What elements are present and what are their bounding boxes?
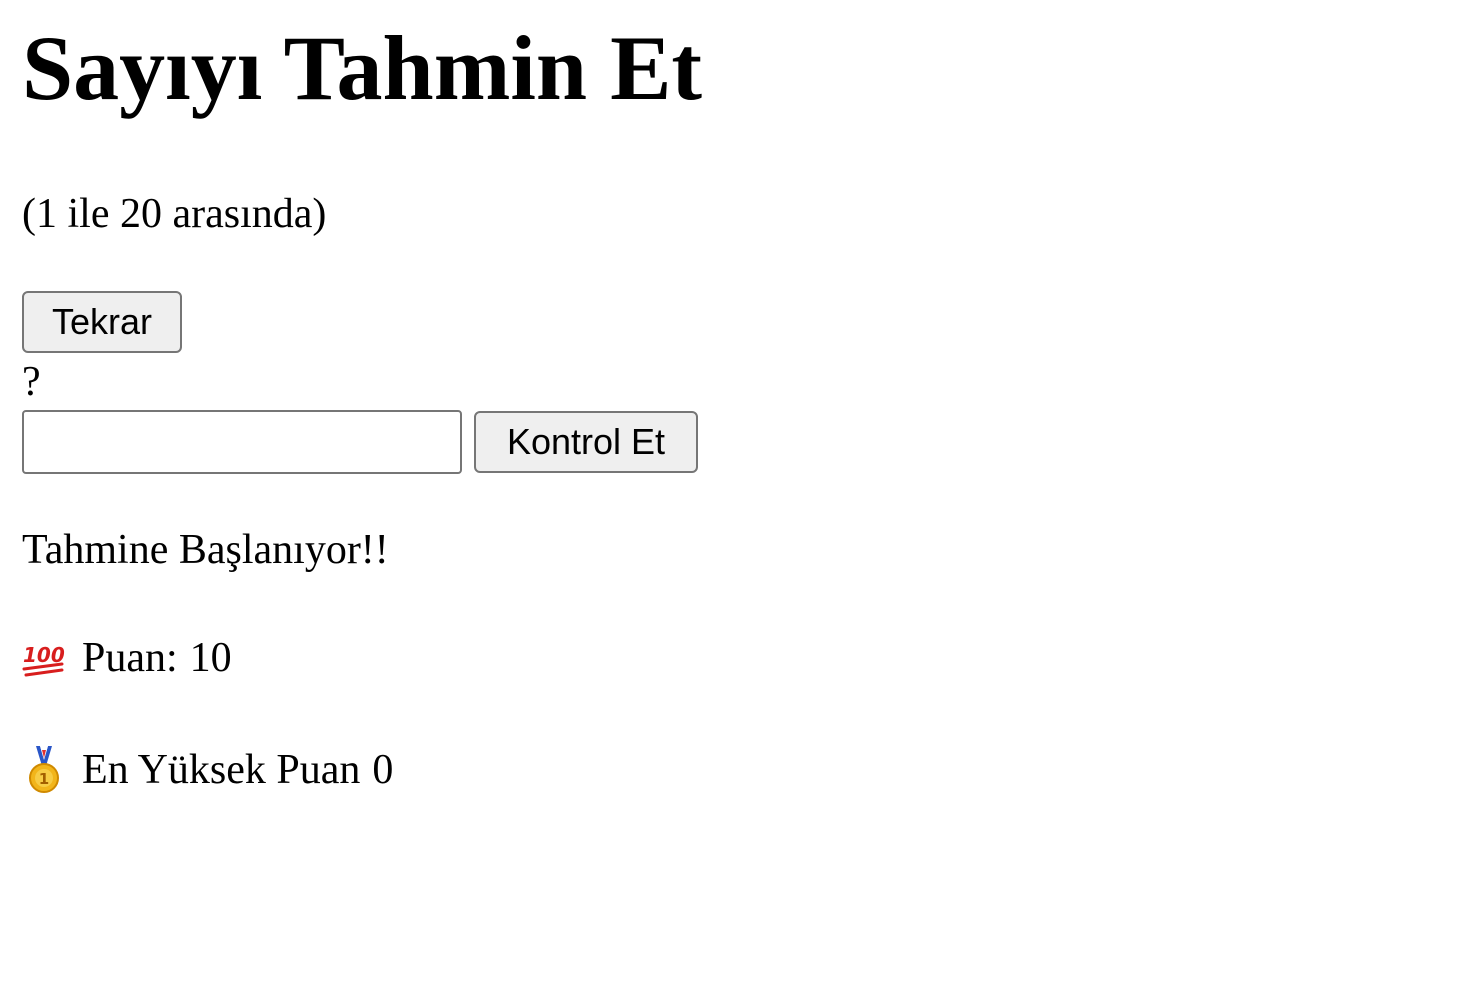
highscore-line: 1 En Yüksek Puan 0 <box>22 745 393 795</box>
highscore-value: 0 <box>372 747 394 793</box>
hundred-points-icon: 100 <box>22 634 66 682</box>
range-hint: (1 ile 20 arasında) <box>22 191 327 237</box>
again-button[interactable]: Tekrar <box>22 291 182 353</box>
svg-text:1: 1 <box>39 770 49 788</box>
first-place-medal-icon: 1 <box>22 746 66 794</box>
guess-number-page: Sayıyı Tahmin Et (1 ile 20 arasında) Tek… <box>0 0 1466 986</box>
score-label: Puan: <box>82 635 178 681</box>
highscore-label: En Yüksek Puan <box>82 747 361 793</box>
score-value: 10 <box>189 635 232 681</box>
guess-input[interactable] <box>22 410 462 474</box>
check-button[interactable]: Kontrol Et <box>474 411 698 473</box>
page-title: Sayıyı Tahmin Et <box>22 17 703 119</box>
status-message: Tahmine Başlanıyor!! <box>22 527 389 573</box>
secret-number: ? <box>22 359 41 405</box>
score-line: 100 Puan: 10 <box>22 633 232 683</box>
